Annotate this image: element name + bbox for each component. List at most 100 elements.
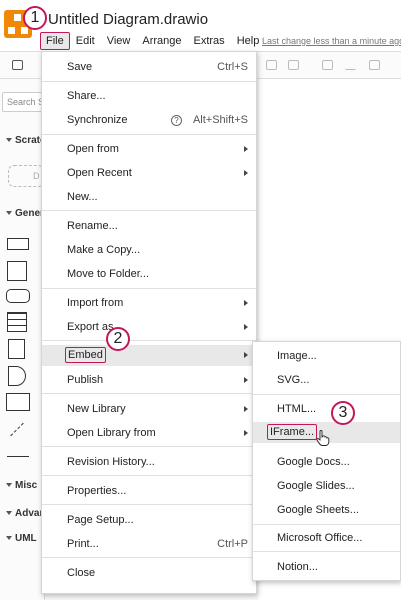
submenu-arrow-icon (244, 324, 248, 330)
hand-cursor-icon (316, 430, 330, 446)
shadow-icon[interactable] (369, 60, 380, 70)
menu-item-new-library[interactable]: New Library (42, 399, 256, 419)
menu-item-label: Make a Copy... (67, 244, 141, 256)
hexagon-shape[interactable] (6, 289, 30, 303)
menu-item-make-copy[interactable]: Make a Copy... (42, 240, 256, 260)
to-front-icon[interactable] (266, 60, 277, 70)
menu-item-label: Notion... (277, 561, 318, 573)
menu-item-label: IFrame... (267, 424, 318, 440)
uml-section[interactable]: UML (6, 533, 37, 544)
menu-item-label: Share... (67, 90, 106, 102)
menu-item-label: Open Library from (67, 427, 156, 439)
menu-item-shortcut: Alt+Shift+S (192, 114, 248, 126)
menu-item-label: Page Setup... (67, 514, 134, 526)
menu-item-label: Google Sheets... (277, 504, 359, 516)
menu-bar: File Edit View Arrange Extras Help (40, 32, 265, 50)
step-2-callout: 2 (106, 327, 130, 351)
menu-item-print[interactable]: Print... Ctrl+P (42, 534, 256, 554)
menu-file[interactable]: File (40, 32, 70, 50)
menu-item-properties[interactable]: Properties... (42, 481, 256, 501)
menu-item-open-library-from[interactable]: Open Library from (42, 423, 256, 443)
menu-divider (42, 504, 256, 505)
menu-item-page-setup[interactable]: Page Setup... (42, 510, 256, 530)
shapes-sidebar: Search Shapes Scratchpad D General Misc … (0, 79, 45, 600)
menu-item-label: Microsoft Office... (277, 532, 363, 544)
embed-item-image[interactable]: Image... (253, 346, 400, 366)
menu-item-revision-history[interactable]: Revision History... (42, 452, 256, 472)
menu-item-shortcut: Ctrl+P (217, 538, 248, 550)
menu-edit[interactable]: Edit (70, 33, 101, 49)
menu-item-label: Revision History... (67, 456, 155, 468)
app-header: Untitled Diagram.drawio File Edit View A… (0, 0, 401, 51)
fill-color-icon[interactable] (322, 60, 333, 70)
menu-item-share[interactable]: Share... (42, 86, 256, 106)
document-shape[interactable] (8, 339, 25, 359)
menu-item-save[interactable]: Save Ctrl+S (42, 57, 256, 77)
menu-item-export-as[interactable]: Export as (42, 317, 256, 337)
table-shape[interactable] (7, 312, 27, 332)
delay-shape[interactable] (8, 366, 26, 386)
embed-submenu: Image... SVG... HTML... IFrame... Google… (252, 341, 401, 581)
embed-item-notion[interactable]: Notion... (253, 557, 400, 577)
last-change-link[interactable]: Last change less than a minute ago (262, 36, 401, 46)
help-icon[interactable]: ? (171, 115, 182, 126)
menu-item-publish[interactable]: Publish (42, 370, 256, 390)
scratchpad-drop-area[interactable]: D (8, 165, 44, 187)
menu-item-label: Close (67, 567, 96, 579)
embed-item-google-sheets[interactable]: Google Sheets... (253, 500, 400, 520)
menu-item-rename[interactable]: Rename... (42, 216, 256, 236)
view-panels-icon[interactable] (12, 60, 23, 70)
menu-extras[interactable]: Extras (188, 33, 231, 49)
misc-section[interactable]: Misc (6, 480, 37, 491)
embed-item-microsoft-office[interactable]: Microsoft Office... (253, 528, 400, 548)
embed-item-svg[interactable]: SVG... (253, 370, 400, 390)
line-shape[interactable] (7, 456, 29, 457)
submenu-arrow-icon (244, 146, 248, 152)
embed-item-google-docs[interactable]: Google Docs... (253, 452, 400, 472)
advanced-section[interactable]: Advanced (6, 508, 44, 519)
menu-item-label: Save (67, 61, 93, 73)
square-shape[interactable] (7, 261, 27, 281)
menu-divider (253, 524, 400, 525)
menu-item-label: Import from (67, 297, 124, 309)
menu-item-label: Google Docs... (277, 456, 350, 468)
dashed-line-shape[interactable] (10, 422, 24, 437)
menu-item-new[interactable]: New... (42, 187, 256, 207)
menu-item-import-from[interactable]: Import from (42, 293, 256, 313)
menu-divider (253, 394, 400, 395)
menu-divider (42, 393, 256, 394)
menu-item-label: New... (67, 191, 98, 203)
embed-item-html[interactable]: HTML... (253, 399, 400, 419)
general-section[interactable]: General (6, 208, 44, 219)
menu-item-label: Publish (67, 374, 104, 386)
menu-divider (42, 475, 256, 476)
menu-divider (42, 210, 256, 211)
line-color-icon[interactable] (345, 60, 356, 70)
menu-item-close[interactable]: Close (42, 563, 256, 583)
menu-item-embed[interactable]: Embed (42, 345, 256, 366)
menu-divider (42, 134, 256, 135)
menu-view[interactable]: View (101, 33, 137, 49)
menu-item-label: Rename... (67, 220, 118, 232)
menu-item-open-from[interactable]: Open from (42, 139, 256, 159)
submenu-arrow-icon (244, 300, 248, 306)
menu-item-label: SVG... (277, 374, 310, 386)
embed-item-google-slides[interactable]: Google Slides... (253, 476, 400, 496)
scratchpad-section[interactable]: Scratchpad (6, 135, 44, 146)
menu-item-synchronize[interactable]: Synchronize ? Alt+Shift+S (42, 110, 256, 130)
file-menu: Save Ctrl+S Share... Synchronize ? Alt+S… (41, 51, 257, 594)
menu-item-label: Open from (67, 143, 119, 155)
rectangle-shape[interactable] (7, 238, 29, 250)
search-shapes-input[interactable]: Search Shapes (2, 92, 42, 112)
menu-item-move-to-folder[interactable]: Move to Folder... (42, 264, 256, 284)
container-shape[interactable] (6, 393, 30, 411)
menu-item-label: Image... (277, 350, 317, 362)
menu-arrange[interactable]: Arrange (136, 33, 187, 49)
menu-divider (42, 81, 256, 82)
to-back-icon[interactable] (288, 60, 299, 70)
document-title[interactable]: Untitled Diagram.drawio (48, 11, 208, 28)
menu-help[interactable]: Help (231, 33, 266, 49)
menu-item-open-recent[interactable]: Open Recent (42, 163, 256, 183)
menu-divider (42, 557, 256, 558)
menu-item-label: New Library (67, 403, 126, 415)
